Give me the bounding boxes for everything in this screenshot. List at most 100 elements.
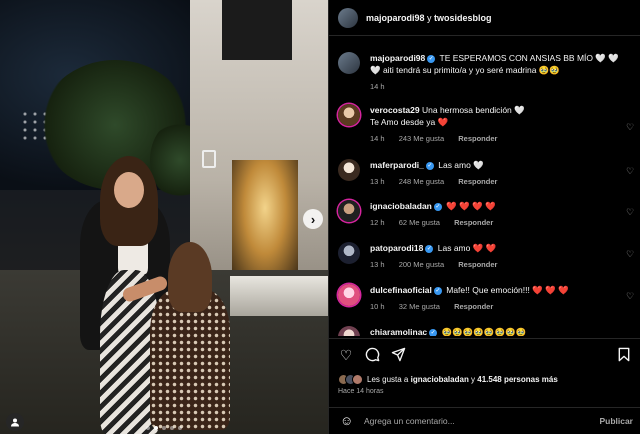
- heart-icon[interactable]: ♡: [625, 122, 635, 132]
- heart-icon[interactable]: ♡: [625, 249, 635, 259]
- comment-body: Una hermosa bendición 🤍: [422, 105, 525, 115]
- caption-meta: 14 h: [370, 82, 397, 91]
- reply-button[interactable]: Responder: [458, 177, 497, 186]
- comment-meta: 12 h 62 Me gusta Responder: [370, 218, 505, 227]
- reply-button[interactable]: Responder: [458, 134, 497, 143]
- bookmark-icon[interactable]: [616, 347, 632, 363]
- comment-likes[interactable]: 243 Me gusta: [399, 134, 444, 143]
- avatar[interactable]: [338, 200, 360, 222]
- comment-text: ignaciobaladan ✓ ❤️ ❤️ ❤️ ❤️: [370, 200, 620, 212]
- post-authors: majoparodi98 y twosidesblog: [366, 13, 492, 23]
- avatar[interactable]: [338, 7, 358, 28]
- comment-likes[interactable]: 248 Me gusta: [399, 177, 444, 186]
- photo-woman-face: [114, 172, 144, 208]
- comment-time: 13 h: [370, 260, 385, 269]
- post-timestamp: Hace 14 horas: [338, 388, 384, 395]
- comment-time: 14 h: [370, 134, 385, 143]
- photo-kneeling-woman-hair: [168, 242, 212, 312]
- comment-username[interactable]: ignaciobaladan: [370, 201, 432, 211]
- likes-middle: y: [468, 374, 478, 384]
- comment-icon[interactable]: [364, 347, 380, 363]
- reply-button[interactable]: Responder: [454, 302, 493, 311]
- comment-text: patoparodi18 ✓ Las amo ❤️ ❤️: [370, 242, 620, 254]
- comment-text: dulcefinaoficial ✓ Mafe!! Que emoción!!! …: [370, 284, 620, 296]
- comment-meta: 10 h 32 Me gusta Responder: [370, 302, 505, 311]
- add-comment-bar: ☺ Publicar: [329, 407, 640, 434]
- comment-username[interactable]: patoparodi18: [370, 243, 423, 253]
- comment-likes[interactable]: 32 Me gusta: [399, 302, 440, 311]
- coauthor-link[interactable]: twosidesblog: [434, 13, 492, 23]
- verified-badge-icon: ✓: [427, 54, 436, 63]
- publish-button[interactable]: Publicar: [599, 416, 633, 426]
- comment-body: 🥹🥹🥹🥹🥹🥹🥹🥹: [441, 327, 527, 336]
- emoji-icon[interactable]: ☺: [340, 414, 354, 428]
- comments-list[interactable]: majoparodi98 ✓ TE ESPERAMOS CON ANSIAS BB…: [329, 44, 640, 336]
- carousel-dot[interactable]: [162, 426, 166, 430]
- comment-username[interactable]: dulcefinaoficial: [370, 285, 432, 295]
- caption-text: majoparodi98 ✓ TE ESPERAMOS CON ANSIAS BB…: [370, 52, 620, 76]
- likes-count[interactable]: 41.548 personas más: [477, 375, 558, 384]
- comment-likes[interactable]: 62 Me gusta: [399, 218, 440, 227]
- share-icon[interactable]: [390, 347, 406, 363]
- likes-summary[interactable]: Les gusta a ignaciobaladan y 41.548 pers…: [338, 372, 558, 386]
- comment-username[interactable]: maferparodi_: [370, 160, 424, 170]
- avatar[interactable]: [338, 159, 360, 181]
- comment-time: 10 h: [370, 302, 385, 311]
- heart-icon[interactable]: ♡: [625, 291, 635, 301]
- verified-badge-icon: ✓: [433, 286, 442, 295]
- comment-body: Las amo 🤍: [438, 160, 484, 170]
- heart-icon[interactable]: ♡: [625, 207, 635, 217]
- photo-lit-doorway: [232, 160, 298, 280]
- verified-badge-icon: ✓: [433, 202, 442, 211]
- comment-meta: 14 h 243 Me gusta Responder: [370, 134, 509, 143]
- reply-button[interactable]: Responder: [458, 260, 497, 269]
- comment-text: maferparodi_ ✓ Las amo 🤍: [370, 159, 620, 171]
- likes-prefix: Les gusta a: [367, 374, 411, 384]
- comment-username[interactable]: chiaramolinac: [370, 327, 427, 336]
- comment-input[interactable]: [364, 416, 584, 426]
- verified-badge-icon: ✓: [429, 328, 438, 336]
- carousel-dot[interactable]: [154, 426, 158, 430]
- comment-text: verocosta29 Una hermosa bendición 🤍 Te A…: [370, 104, 620, 128]
- post-side-panel: majoparodi98 y twosidesblog majoparodi98…: [328, 0, 640, 434]
- post-header: majoparodi98 y twosidesblog: [329, 0, 640, 36]
- post-photo[interactable]: ›: [0, 0, 328, 434]
- author-connector: y: [424, 12, 435, 23]
- photo-wall-lamp: [202, 150, 216, 168]
- photo-pool: [230, 276, 328, 316]
- photo-balcony: [222, 0, 292, 60]
- comment-body-line2: Te Amo desde ya ❤️: [370, 117, 449, 127]
- caption-username[interactable]: majoparodi98: [370, 53, 425, 63]
- heart-icon[interactable]: ♡: [625, 166, 635, 176]
- comment-likes[interactable]: 200 Me gusta: [399, 260, 444, 269]
- avatar[interactable]: [338, 326, 360, 336]
- comment-body: Las amo ❤️ ❤️: [437, 243, 497, 253]
- comment-meta: 13 h 200 Me gusta Responder: [370, 260, 509, 269]
- likes-text: Les gusta a ignaciobaladan y 41.548 pers…: [367, 375, 558, 384]
- avatar[interactable]: [338, 284, 360, 306]
- carousel-dot[interactable]: [170, 426, 174, 430]
- chevron-right-icon[interactable]: ›: [303, 209, 323, 229]
- comment-body: Mafe!! Que emoción!!! ❤️ ❤️ ❤️: [446, 285, 569, 295]
- comment-text: chiaramolinac ✓ 🥹🥹🥹🥹🥹🥹🥹🥹: [370, 326, 620, 336]
- caption-time: 14 h: [370, 82, 385, 91]
- comment-body: ❤️ ❤️ ❤️ ❤️: [446, 201, 496, 211]
- carousel-dots: [0, 426, 328, 430]
- comment-username[interactable]: verocosta29: [370, 105, 420, 115]
- author-link[interactable]: majoparodi98: [366, 13, 425, 23]
- verified-badge-icon: ✓: [425, 161, 434, 170]
- comment-meta: 13 h 248 Me gusta Responder: [370, 177, 509, 186]
- carousel-dot[interactable]: [178, 426, 182, 430]
- post-actions: ♡: [329, 338, 640, 368]
- comment-time: 12 h: [370, 218, 385, 227]
- verified-badge-icon: ✓: [425, 244, 434, 253]
- avatar[interactable]: [338, 242, 360, 264]
- reply-button[interactable]: Responder: [454, 218, 493, 227]
- heart-icon[interactable]: ♡: [338, 347, 354, 363]
- avatar[interactable]: [338, 52, 360, 74]
- likes-user[interactable]: ignaciobaladan: [411, 375, 469, 384]
- avatar: [352, 373, 363, 385]
- carousel-dot[interactable]: [146, 426, 150, 430]
- comment-time: 13 h: [370, 177, 385, 186]
- avatar[interactable]: [338, 104, 360, 126]
